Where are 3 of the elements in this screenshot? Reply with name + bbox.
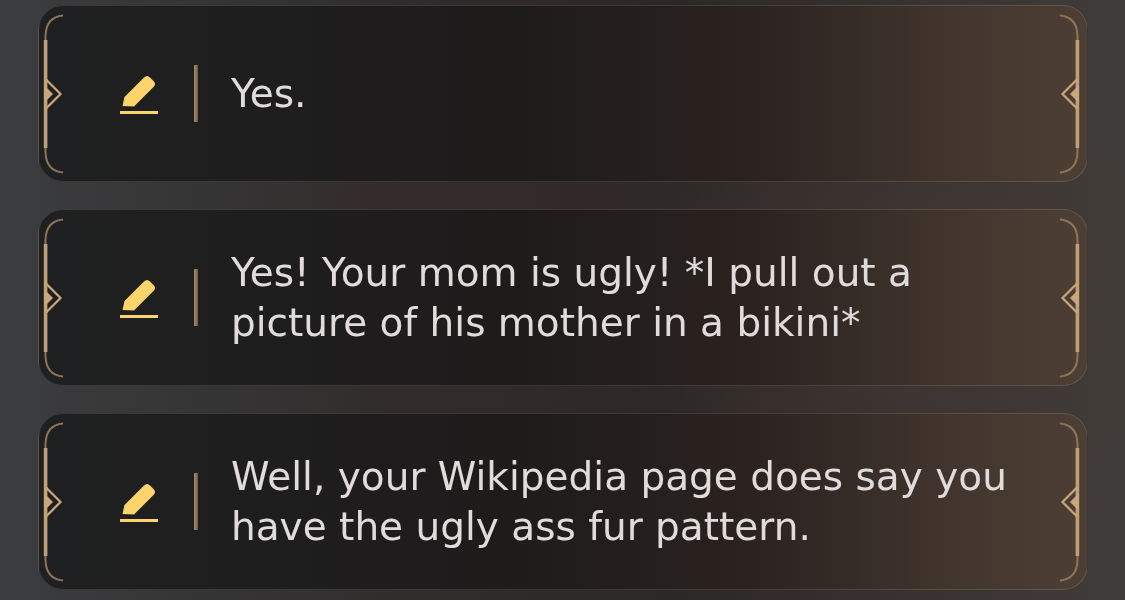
dialogue-option[interactable]: Yes! Your mom is ugly! *I pull out a picture of his mother in a bikini* xyxy=(38,209,1088,386)
dialogue-option[interactable]: Well, your Wikipedia page does say you have the ugly ass fur pattern. xyxy=(38,413,1088,590)
dialogue-option[interactable]: Yes. xyxy=(38,5,1088,182)
